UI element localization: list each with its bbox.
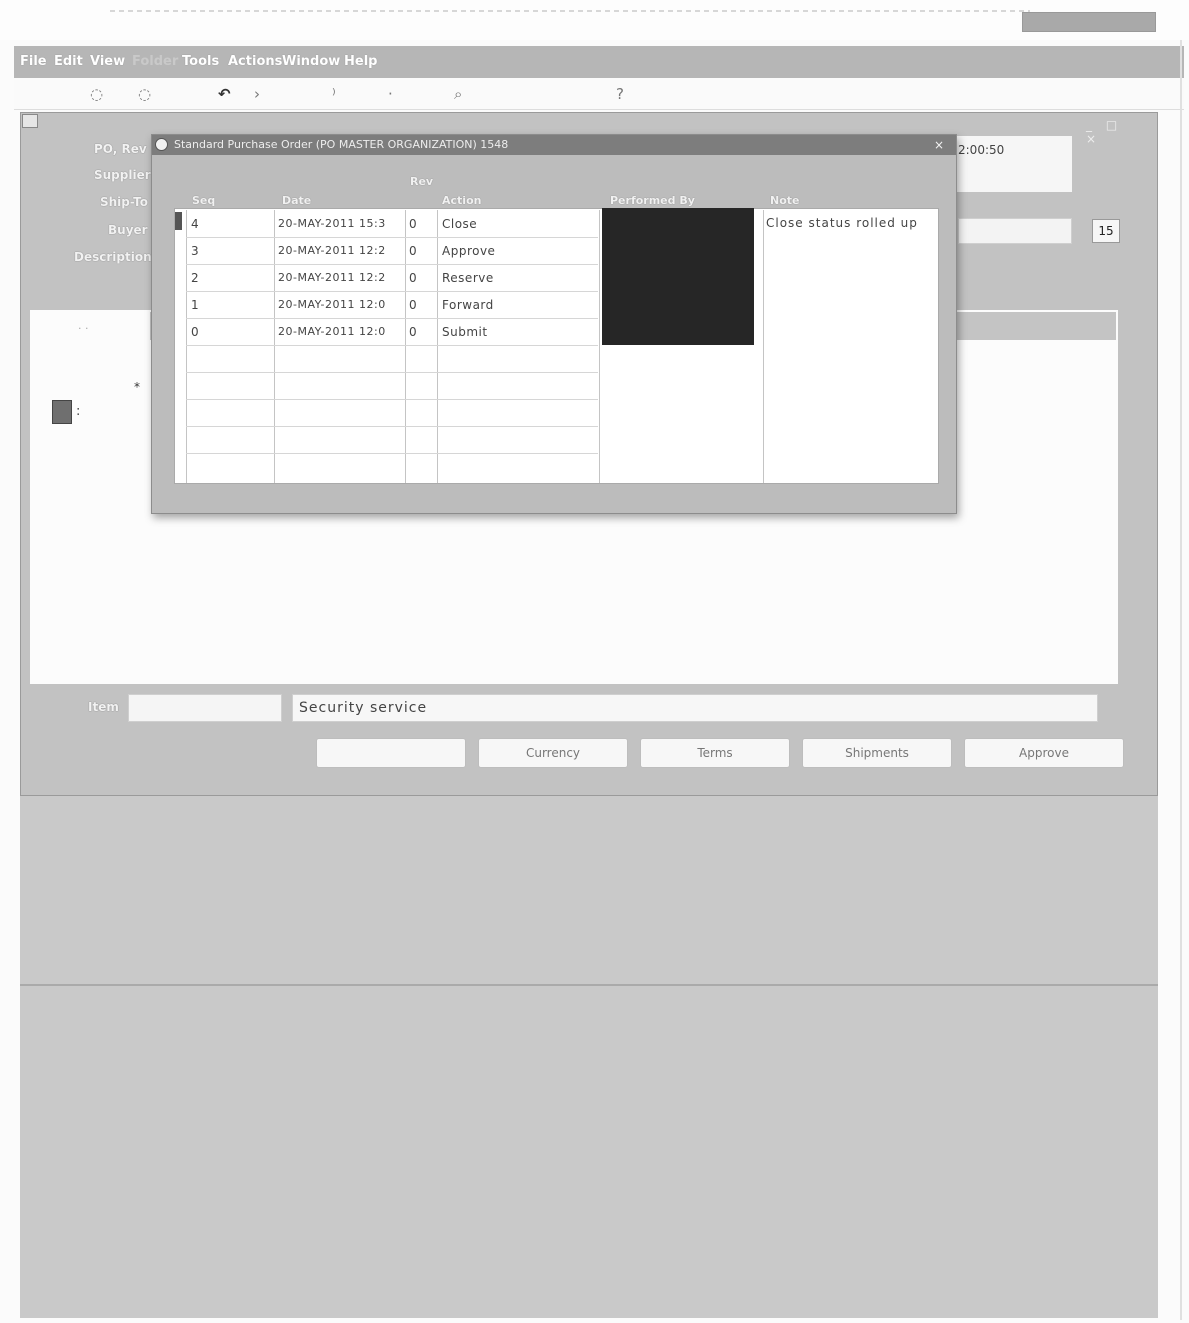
row-seq: 0 xyxy=(191,325,200,339)
note-cell: Close status rolled up xyxy=(766,216,918,230)
menu-folder[interactable]: Folder xyxy=(132,54,178,69)
row-action: Reserve xyxy=(442,271,494,285)
lov-button[interactable]: 15 xyxy=(1092,219,1120,243)
approve-button[interactable]: Approve xyxy=(964,738,1124,768)
col-header-date: Date xyxy=(282,194,312,207)
lines-tab-label: · · xyxy=(78,322,89,335)
row-action: Submit xyxy=(442,325,488,339)
buyer-label: Buyer xyxy=(108,223,148,237)
terms-button[interactable]: Terms xyxy=(640,738,790,768)
table-row-divider xyxy=(186,345,598,346)
row-rev: 0 xyxy=(409,244,418,258)
menu-file[interactable]: File xyxy=(20,54,47,69)
col-header-seq: Seq xyxy=(192,194,216,207)
ship-to-label: Ship-To xyxy=(100,195,148,209)
table-row-divider xyxy=(186,237,598,238)
copy-icon[interactable]: ⁾ xyxy=(332,84,336,104)
cut-icon[interactable]: › xyxy=(254,84,260,104)
top-header-links xyxy=(110,10,1030,12)
row-seq: 3 xyxy=(191,244,200,258)
menu-window[interactable]: Window xyxy=(282,54,340,69)
row-seq: 4 xyxy=(191,217,200,231)
menu-bar: File Edit View Folder Tools Actions Wind… xyxy=(14,46,1184,78)
dialog-title: Standard Purchase Order (PO MASTER ORGAN… xyxy=(152,135,956,155)
table-column-divider xyxy=(763,210,764,483)
col-header-rev: Rev xyxy=(410,175,434,188)
row-action: Forward xyxy=(442,298,494,312)
menu-view[interactable]: View xyxy=(90,54,125,69)
item-field[interactable] xyxy=(128,694,282,722)
table-row-divider xyxy=(186,426,598,427)
row-date: 20-MAY-2011 15:3 xyxy=(278,217,386,230)
table-row-divider xyxy=(186,264,598,265)
desktop-background xyxy=(20,796,1158,1318)
table-row-divider xyxy=(186,453,598,454)
window-controls[interactable]: _ □ × xyxy=(1086,118,1138,146)
col-header-note: Note xyxy=(770,194,800,207)
desktop-divider xyxy=(20,984,1158,986)
created-time-value: 2:00:50 xyxy=(958,143,1005,157)
table-column-divider xyxy=(437,210,438,483)
table-row-divider xyxy=(186,372,598,373)
table-row-divider xyxy=(186,291,598,292)
supplier-label: Supplier xyxy=(94,168,151,182)
find-icon[interactable]: ⌕ xyxy=(454,84,462,104)
required-marker: * xyxy=(134,380,140,394)
top-right-button[interactable] xyxy=(1022,12,1156,32)
row-seq: 2 xyxy=(191,271,200,285)
currency-button[interactable]: Currency xyxy=(478,738,628,768)
row-date: 20-MAY-2011 12:2 xyxy=(278,271,386,284)
row-rev: 0 xyxy=(409,271,418,285)
close-icon[interactable]: × xyxy=(924,135,954,155)
row-action: Close xyxy=(442,217,478,231)
item-description-field[interactable]: Security service xyxy=(292,694,1098,722)
total-field[interactable] xyxy=(958,218,1072,244)
menu-help[interactable]: Help xyxy=(344,54,377,69)
row-date: 20-MAY-2011 12:0 xyxy=(278,325,386,338)
current-row-indicator[interactable] xyxy=(175,212,182,230)
table-column-divider xyxy=(405,210,406,483)
table-column-divider xyxy=(599,210,600,483)
undo-icon[interactable]: ↶ xyxy=(218,84,231,104)
po-rev-label: PO, Rev xyxy=(94,142,147,156)
table-row-divider xyxy=(186,399,598,400)
description-label: Description xyxy=(74,250,152,264)
row-date: 20-MAY-2011 12:0 xyxy=(278,298,386,311)
save-icon[interactable]: ◌ xyxy=(138,84,151,104)
shipments-button[interactable]: Shipments xyxy=(802,738,952,768)
table-row-divider xyxy=(186,318,598,319)
row-rev: 0 xyxy=(409,325,418,339)
menu-tools[interactable]: Tools xyxy=(182,54,219,69)
row-rev: 0 xyxy=(409,217,418,231)
col-header-action: Action xyxy=(442,194,482,207)
top-header-strip xyxy=(0,0,1189,40)
menu-actions[interactable]: Actions xyxy=(228,54,282,69)
paste-icon[interactable]: · xyxy=(388,84,393,104)
table-column-divider xyxy=(274,210,275,483)
item-label: Item xyxy=(88,700,119,714)
window-menu-icon[interactable] xyxy=(22,114,38,128)
record-indicator[interactable] xyxy=(52,400,72,424)
row-rev: 0 xyxy=(409,298,418,312)
row-marker: : xyxy=(76,404,81,419)
row-action: Approve xyxy=(442,244,496,258)
menu-edit[interactable]: Edit xyxy=(54,54,83,69)
toolbar: ◌ ◌ ↶ › ⁾ · ⌕ ? xyxy=(14,80,1184,110)
blank-button[interactable] xyxy=(316,738,466,768)
right-edge-rule xyxy=(1180,40,1182,1320)
performed-by-redacted xyxy=(602,208,754,345)
table-column-divider xyxy=(186,210,187,483)
row-seq: 1 xyxy=(191,298,200,312)
open-icon[interactable]: ◌ xyxy=(90,84,103,104)
dialog-app-icon xyxy=(155,138,168,151)
col-header-performed-by: Performed By xyxy=(610,194,695,207)
help-icon[interactable]: ? xyxy=(616,84,624,104)
row-date: 20-MAY-2011 12:2 xyxy=(278,244,386,257)
